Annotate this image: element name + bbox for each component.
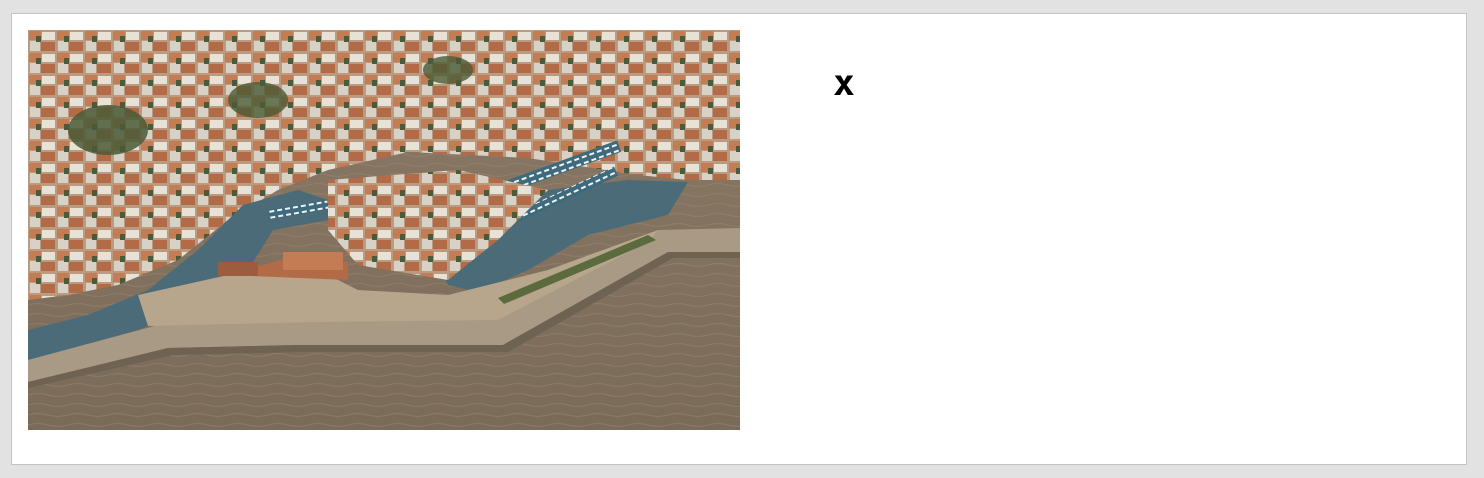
harbor-aerial-photo	[28, 30, 740, 430]
close-icon[interactable]: x	[826, 66, 862, 102]
harbor-photo-illustration	[28, 30, 740, 430]
